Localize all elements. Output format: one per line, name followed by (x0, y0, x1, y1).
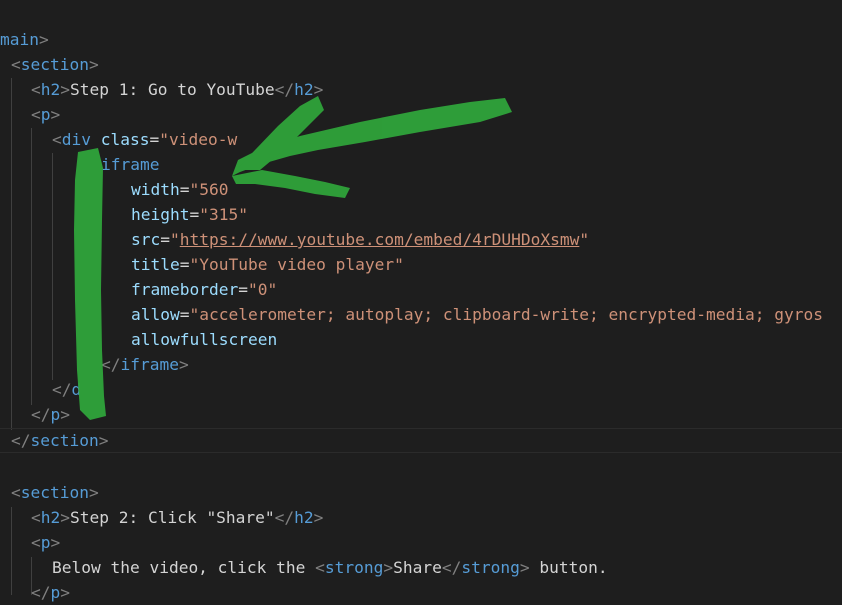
code-line[interactable]: src="https://www.youtube.com/embed/4rDUH… (131, 227, 589, 252)
tag-name: h2 (294, 80, 314, 99)
arrow-annotation (232, 98, 512, 176)
code-line[interactable]: frameborder="0" (131, 277, 277, 302)
attribute-value: "YouTube video player" (189, 255, 404, 274)
code-line[interactable]: <section> (11, 52, 99, 77)
paragraph-text: Below the video, click the (52, 558, 316, 577)
tag-name: main (0, 30, 39, 49)
tag-name: section (30, 431, 99, 450)
current-line-highlight (0, 428, 842, 453)
tag-name: h2 (40, 508, 61, 527)
tag-name: p (40, 533, 51, 552)
code-line[interactable]: </iframe> (101, 352, 189, 377)
tag-name: p (50, 583, 61, 602)
arrow-head-annotation (232, 170, 350, 198)
indent-guide (52, 153, 53, 380)
code-line[interactable]: </p> (31, 580, 70, 605)
code-line[interactable]: allowfullscreen (131, 327, 277, 352)
code-line[interactable]: </section> (11, 428, 108, 453)
attribute-name: src (131, 230, 161, 249)
code-line[interactable]: Below the video, click the <strong>Share… (52, 555, 608, 580)
attribute-name: class (100, 130, 150, 149)
tag-name: p (50, 405, 61, 424)
strong-text: Share (393, 558, 442, 577)
code-line[interactable]: <div class="video-w (52, 127, 237, 152)
code-line[interactable]: <p> (31, 102, 60, 127)
code-line[interactable]: </d (52, 377, 81, 402)
heading-text: Step 1: Go to YouTube (70, 80, 275, 99)
attribute-name: height (131, 205, 190, 224)
attribute-value: "0" (247, 280, 278, 299)
heading-text: Step 2: Click "Share" (70, 508, 275, 527)
attribute-value: "315" (199, 205, 248, 224)
attribute-name: allowfullscreen (131, 330, 278, 349)
code-line[interactable]: <h2>Step 2: Click "Share"</h2> (31, 505, 323, 530)
code-line[interactable]: iframe (101, 152, 159, 177)
arrow-head-annotation (236, 96, 324, 170)
tag-name: strong (461, 558, 520, 577)
code-line[interactable]: main> (0, 27, 49, 52)
code-line[interactable]: height="315" (131, 202, 248, 227)
url-link[interactable]: https://www.youtube.com/embed/4rDUHDoXsm… (180, 230, 580, 249)
attribute-value: "accelerometer; autoplay; clipboard-writ… (189, 305, 823, 324)
indent-guide (31, 128, 32, 405)
tag-name: section (20, 483, 89, 502)
attribute-value: "video-w (159, 130, 238, 149)
code-line[interactable]: </p> (31, 402, 70, 427)
tag-name: section (20, 55, 89, 74)
tag-name: d (71, 380, 82, 399)
attribute-name: title (131, 255, 180, 274)
attribute-name: allow (131, 305, 180, 324)
indent-guide (11, 78, 12, 430)
code-line[interactable]: <p> (31, 530, 60, 555)
tag-name: iframe (120, 355, 179, 374)
paragraph-text: button. (529, 558, 608, 577)
indent-guide (11, 507, 12, 595)
tag-name: p (40, 105, 51, 124)
code-editor[interactable]: main> <section> <h2>Step 1: Go to YouTub… (0, 0, 842, 602)
tag-name: iframe (101, 155, 160, 174)
code-line[interactable]: <section> (11, 480, 99, 505)
code-line[interactable]: allow="accelerometer; autoplay; clipboar… (131, 302, 823, 327)
attribute-name: frameborder (131, 280, 239, 299)
attribute-value: "560 (189, 180, 229, 199)
tag-name: div (61, 130, 91, 149)
tag-name: strong (324, 558, 384, 577)
code-line[interactable]: <h2>Step 1: Go to YouTube</h2> (31, 77, 323, 102)
code-line[interactable]: title="YouTube video player" (131, 252, 404, 277)
tag-name: h2 (40, 80, 61, 99)
code-line[interactable]: width="560 (131, 177, 228, 202)
tag-name: h2 (294, 508, 314, 527)
attribute-name: width (131, 180, 180, 199)
